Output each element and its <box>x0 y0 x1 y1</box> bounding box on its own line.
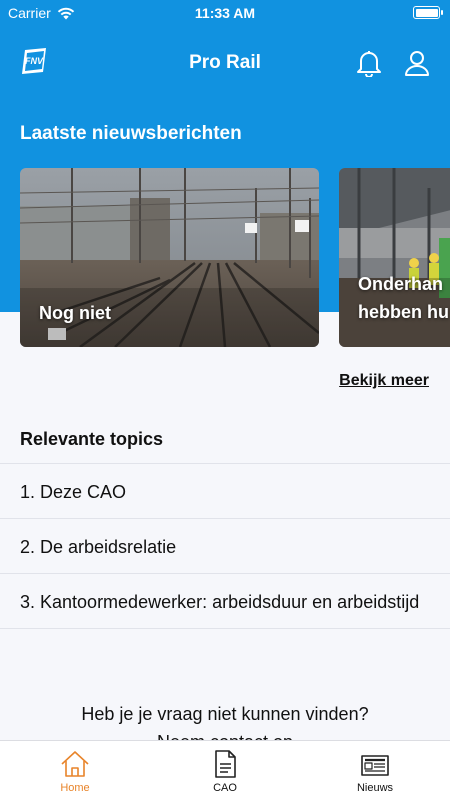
newspaper-icon <box>361 755 389 776</box>
tab-home[interactable]: Home <box>0 741 150 800</box>
tab-news[interactable]: Nieuws <box>300 741 450 800</box>
document-icon <box>215 750 236 778</box>
bell-icon[interactable] <box>356 49 382 77</box>
news-caption: Nog niet <box>39 303 111 323</box>
latest-news-title: Laatste nieuwsberichten <box>20 123 242 144</box>
page-title: Pro Rail <box>189 52 261 73</box>
status-bar: Carrier 11:33 AM <box>0 0 450 26</box>
home-icon <box>61 751 89 777</box>
topics-list: 1. Deze CAO 2. De arbeidsrelatie 3. Kant… <box>0 463 450 629</box>
topics-title: Relevante topics <box>20 429 164 449</box>
news-carousel[interactable]: Nog niet Onderhan hebben hu <box>20 168 450 348</box>
news-card[interactable]: Onderhan hebben hu <box>339 168 450 347</box>
help-question: Heb je je vraag niet kunnen vinden? <box>81 704 369 724</box>
battery-icon <box>413 6 443 19</box>
app-header: FNV Pro Rail <box>0 38 450 88</box>
tab-bar: Home CAO Nieuws <box>0 740 450 800</box>
view-more-link[interactable]: Bekijk meer <box>339 372 429 390</box>
topic-item[interactable]: 3. Kantoormedewerker: arbeidsduur en arb… <box>0 573 450 629</box>
tab-news-label: Nieuws <box>356 782 394 794</box>
news-caption-line2: hebben hu <box>358 302 449 322</box>
profile-icon[interactable] <box>403 49 431 77</box>
tab-cao-label: CAO <box>213 782 237 794</box>
status-time: 11:33 AM <box>194 5 256 21</box>
topic-item[interactable]: 1. Deze CAO <box>0 463 450 518</box>
tab-home-label: Home <box>60 782 90 794</box>
tab-cao[interactable]: CAO <box>150 741 300 800</box>
news-caption-line1: Onderhan <box>358 274 444 294</box>
news-card[interactable]: Nog niet <box>20 168 319 347</box>
topic-item[interactable]: 2. De arbeidsrelatie <box>0 518 450 573</box>
